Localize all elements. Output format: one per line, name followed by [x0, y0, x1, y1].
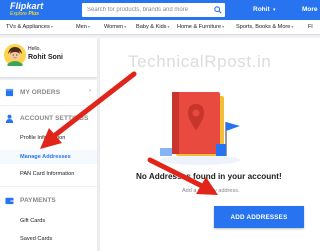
logo-name: Flipkart	[10, 1, 44, 11]
chevron-down-icon: ▾	[87, 24, 90, 29]
saved-cards-link[interactable]: Saved Cards	[20, 236, 52, 242]
account-menu: MY ORDERS › ACCOUNT SETTINGS Profile Inf…	[0, 80, 97, 251]
empty-address-illustration	[160, 92, 240, 165]
chevron-down-icon: ▾	[291, 24, 294, 29]
chevron-down-icon: ▾	[50, 24, 53, 29]
profile-information-link[interactable]: Profile Information	[20, 135, 65, 141]
person-icon	[5, 114, 14, 123]
chevron-down-icon: ▾	[124, 24, 127, 29]
payments-heading: PAYMENTS	[20, 197, 56, 204]
nav-item-label: Baby & Kids	[136, 24, 167, 30]
chevron-right-icon: ›	[89, 88, 91, 94]
chevron-down-icon: ▾	[222, 24, 225, 29]
nav-item-label: Women	[104, 24, 124, 30]
logo-tagline-explore: Explore	[10, 11, 27, 17]
empty-state-subtitle: Add a delivery address.	[182, 188, 240, 194]
search-input[interactable]	[82, 3, 207, 17]
profile-card: Hello, Rohit Soni	[0, 38, 97, 77]
search-icon[interactable]	[214, 6, 222, 14]
divider	[0, 186, 97, 187]
divider	[0, 105, 97, 106]
logo-tagline-plus: Plus	[28, 11, 39, 17]
avatar-icon	[4, 44, 26, 66]
addresses-panel: TechnicalRpost.in No Addresses found in …	[100, 38, 320, 251]
flipkart-logo[interactable]: Flipkart Explore Plus	[10, 1, 43, 17]
nav-item-women[interactable]: Women▾	[104, 20, 126, 34]
nav-item-label: Sports, Books & More	[236, 24, 291, 30]
account-settings-heading: ACCOUNT SETTINGS	[20, 115, 89, 122]
wallet-icon	[5, 197, 14, 205]
greeting-text: Hello,	[28, 46, 41, 52]
nav-item-label: TVs & Appliances	[6, 24, 50, 30]
nav-item-label: Fl	[308, 24, 313, 30]
box-icon	[5, 88, 14, 97]
add-addresses-button[interactable]: ADD ADDRESSES	[214, 206, 304, 228]
nav-item-label: Men	[76, 24, 87, 30]
nav-item-sports-books[interactable]: Sports, Books & More▾	[236, 20, 293, 34]
manage-addresses-link[interactable]: Manage Addresses	[0, 150, 97, 164]
gift-cards-link[interactable]: Gift Cards	[20, 218, 45, 224]
category-nav: TVs & Appliances▾ Men▾ Women▾ Baby & Kid…	[0, 20, 320, 34]
chevron-down-icon: ▾	[273, 7, 276, 13]
more-menu-label[interactable]: More	[302, 5, 318, 15]
nav-item-flights[interactable]: Fl	[308, 20, 313, 34]
nav-item-label: Home & Furniture	[177, 24, 222, 30]
nav-item-baby-kids[interactable]: Baby & Kids▾	[136, 20, 170, 34]
empty-state-title: No Addresses found in your account!	[136, 172, 282, 181]
my-orders-link[interactable]: MY ORDERS	[20, 89, 60, 96]
logo-tagline: Explore Plus	[10, 11, 43, 17]
nav-item-tvs[interactable]: TVs & Appliances▾	[6, 20, 53, 34]
user-menu-label[interactable]: Rohit	[253, 5, 270, 15]
top-header: Flipkart Explore Plus Rohit ▾ More	[0, 0, 320, 20]
search-bar	[82, 3, 225, 17]
nav-item-home-furniture[interactable]: Home & Furniture▾	[177, 20, 224, 34]
pan-card-link[interactable]: PAN Card Information	[20, 171, 74, 177]
chevron-down-icon: ▾	[167, 24, 170, 29]
profile-name: Rohit Soni	[28, 54, 63, 61]
watermark-text: TechnicalRpost.in	[128, 52, 272, 71]
nav-item-men[interactable]: Men▾	[76, 20, 90, 34]
